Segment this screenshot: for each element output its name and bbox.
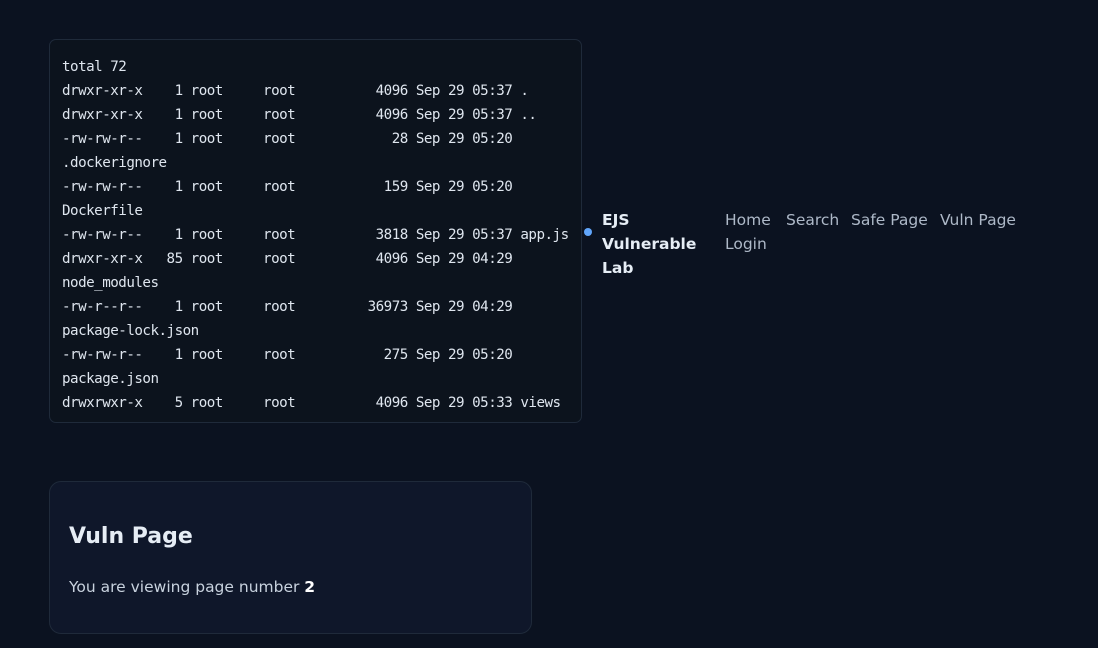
nav-link-search[interactable]: Search [786,208,839,232]
nav-link-home[interactable]: Home [725,208,771,232]
brand-dot-icon [584,228,592,236]
output-line: -rw-rw-r-- 1 root root 275 Sep 29 05:20 [62,347,513,363]
output-line: drwxr-xr-x 1 root root 4096 Sep 29 05:37… [62,83,529,99]
output-line: Dockerfile [62,203,143,219]
output-line: -rw-rw-r-- 1 root root 159 Sep 29 05:20 [62,179,513,195]
nav-link-safe-page[interactable]: Safe Page [851,208,928,232]
output-line: package-lock.json [62,323,199,339]
vuln-page-card: Vuln Page You are viewing page number 2 [49,481,532,634]
output-line: -rw-rw-r-- 1 root root 28 Sep 29 05:20 [62,131,513,147]
nav-link-vuln-page[interactable]: Vuln Page [940,208,1016,232]
page-number-text: You are viewing page number 2 [69,576,315,598]
output-line: package.json [62,371,159,387]
command-output: total 72 drwxr-xr-x 1 root root 4096 Sep… [49,39,582,423]
output-line: drwxrwxr-x 5 root root 4096 Sep 29 05:33… [62,395,561,411]
output-line: .dockerignore [62,155,167,171]
page-title: Vuln Page [69,524,193,549]
output-line: -rw-r--r-- 1 root root 36973 Sep 29 04:2… [62,299,513,315]
output-line: drwxr-xr-x 85 root root 4096 Sep 29 04:2… [62,251,513,267]
page: total 72 drwxr-xr-x 1 root root 4096 Sep… [0,0,1098,648]
page-number-value: 2 [304,578,316,596]
output-line: -rw-rw-r-- 1 root root 3818 Sep 29 05:37… [62,227,569,243]
nav-link-login[interactable]: Login [725,232,767,256]
output-line: node_modules [62,275,159,291]
output-line: drwxr-xr-x 1 root root 4096 Sep 29 05:37… [62,107,537,123]
output-line: total 72 [62,59,127,75]
brand-name[interactable]: EJS Vulnerable Lab [602,208,722,280]
page-number-label: You are viewing page number [69,578,305,596]
